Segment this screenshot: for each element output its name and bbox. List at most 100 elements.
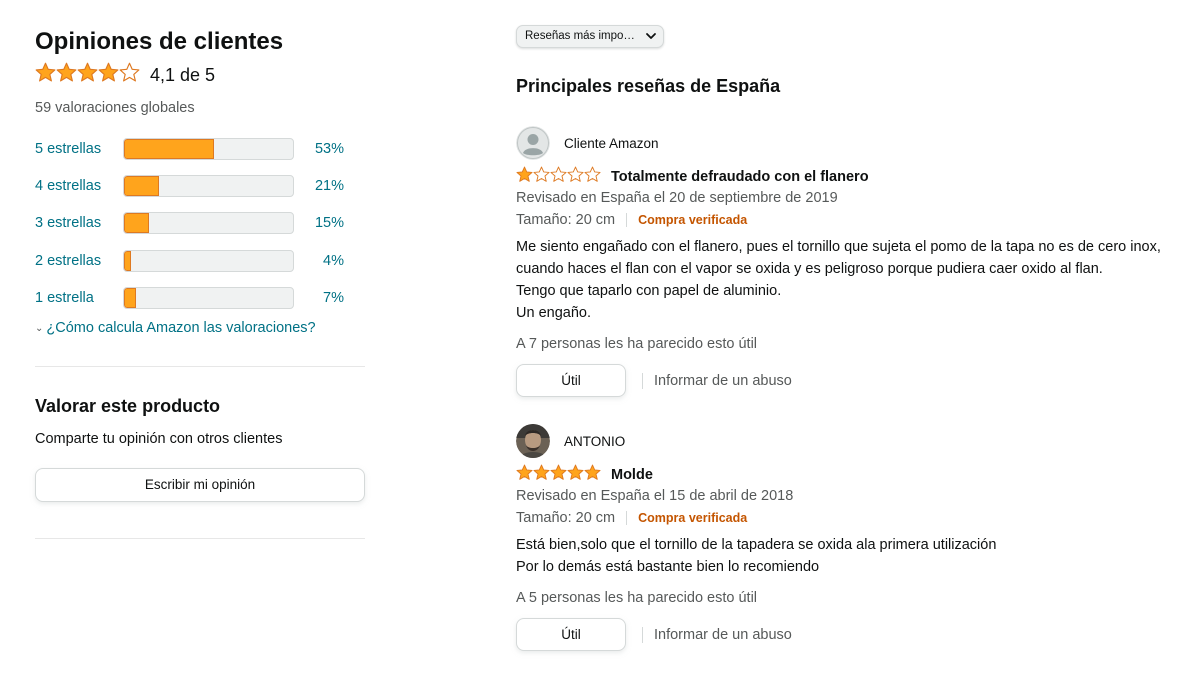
star-icon: [533, 166, 550, 182]
review-body: Está bien,solo que el tornillo de la tap…: [516, 534, 996, 578]
top-reviews-heading: Principales reseñas de España: [516, 76, 781, 96]
histogram-bar[interactable]: [123, 287, 294, 309]
review-heading[interactable]: Totalmente defraudado con el flanero: [516, 166, 869, 188]
how-ratings-calculated-text[interactable]: ¿Cómo calcula Amazon las valoraciones?: [46, 320, 315, 336]
review-actions: Útil Informar de un abuso: [516, 618, 792, 651]
average-rating-text: 4,1 de 5: [150, 64, 216, 85]
write-review-button[interactable]: Escribir mi opinión: [35, 468, 365, 502]
rate-product-heading: Valorar este producto: [35, 396, 221, 416]
default-user-icon: [516, 126, 550, 160]
star-icon: [567, 166, 584, 182]
histogram-percent[interactable]: 7%: [294, 290, 344, 306]
histogram-label[interactable]: 1 estrella: [35, 290, 123, 306]
review-actions: Útil Informar de un abuso: [516, 364, 792, 397]
helpful-vote-count: A 7 personas les ha parecido esto útil: [516, 336, 758, 352]
verified-purchase-badge: Compra verificada: [638, 511, 748, 525]
histogram-bar[interactable]: [123, 175, 294, 197]
rating-summary: 4,1 de 5: [35, 62, 215, 88]
review-size[interactable]: Tamaño: 20 cm: [516, 212, 615, 228]
divider: [642, 372, 643, 389]
histogram-fill: [124, 213, 150, 233]
review-date: Revisado en España el 20 de septiembre d…: [516, 190, 838, 206]
reviewer-name[interactable]: Cliente Amazon: [564, 136, 659, 151]
star-rating-icons: [516, 464, 601, 480]
reviewer-name[interactable]: ANTONIO: [564, 434, 625, 449]
average-rating-stars: [35, 62, 140, 88]
histogram-row-4-stars[interactable]: 4 estrellas 21%: [35, 175, 365, 197]
star-icon: [567, 464, 584, 480]
review-date: Revisado en España el 15 de abril de 201…: [516, 488, 794, 504]
star-rating-icons: [516, 166, 601, 182]
customer-reviews-page: Opiniones de clientes 4,1 de 5 59 valora…: [0, 0, 1200, 675]
review-body-line: Me siento engañado con el flanero, pues …: [516, 239, 1161, 255]
review-title[interactable]: Molde: [611, 467, 653, 483]
reviewer-profile[interactable]: Cliente Amazon: [516, 126, 659, 160]
user-photo-icon: [516, 424, 550, 458]
review-rating-stars: [516, 464, 601, 486]
divider: [35, 366, 365, 367]
review-body-line: cuando haces el flan con el vapor se oxi…: [516, 261, 1103, 277]
histogram-fill: [124, 139, 214, 159]
histogram-row-2-stars[interactable]: 2 estrellas 4%: [35, 250, 365, 272]
histogram-fill: [124, 176, 160, 196]
review-body: Me siento engañado con el flanero, pues …: [516, 236, 1161, 324]
star-rating-icons: [35, 62, 140, 82]
star-icon: [77, 62, 98, 82]
histogram-percent[interactable]: 4%: [294, 253, 344, 269]
divider: [626, 511, 628, 525]
histogram-bar[interactable]: [123, 250, 294, 272]
divider: [35, 538, 365, 539]
reviewer-profile[interactable]: ANTONIO: [516, 424, 625, 458]
star-icon: [119, 62, 140, 82]
star-icon: [533, 464, 550, 480]
star-icon: [35, 62, 56, 82]
helpful-button[interactable]: Útil: [516, 364, 626, 397]
chevron-down-icon: [645, 26, 657, 55]
how-ratings-calculated-link[interactable]: ⌄ ¿Cómo calcula Amazon las valoraciones?: [35, 320, 316, 336]
histogram-percent[interactable]: 21%: [294, 178, 344, 194]
star-icon: [98, 62, 119, 82]
histogram-label[interactable]: 2 estrellas: [35, 253, 123, 269]
share-opinion-text: Comparte tu opinión con otros clientes: [35, 431, 283, 447]
histogram-percent[interactable]: 15%: [294, 215, 344, 231]
review-body-line: Un engaño.: [516, 305, 591, 321]
histogram-bar[interactable]: [123, 138, 294, 160]
report-abuse-link[interactable]: Informar de un abuso: [654, 627, 792, 643]
divider: [642, 626, 643, 643]
global-ratings-count: 59 valoraciones globales: [35, 100, 195, 116]
histogram-label[interactable]: 5 estrellas: [35, 141, 123, 157]
review-heading[interactable]: Molde: [516, 464, 653, 486]
review-attributes: Tamaño: 20 cm Compra verificada: [516, 212, 747, 228]
histogram-label[interactable]: 4 estrellas: [35, 178, 123, 194]
histogram-row-3-stars[interactable]: 3 estrellas 15%: [35, 212, 365, 234]
histogram-percent[interactable]: 53%: [294, 141, 344, 157]
verified-purchase-badge: Compra verificada: [638, 213, 748, 227]
histogram-bar[interactable]: [123, 212, 294, 234]
star-icon: [584, 464, 601, 480]
star-icon: [550, 464, 567, 480]
sort-reviews-dropdown[interactable]: Reseñas más impo…: [516, 25, 664, 48]
star-icon: [56, 62, 77, 82]
histogram-row-5-stars[interactable]: 5 estrellas 53%: [35, 138, 365, 160]
star-icon: [516, 166, 533, 182]
review-body-line: Está bien,solo que el tornillo de la tap…: [516, 537, 997, 553]
histogram-fill: [124, 251, 131, 271]
divider: [626, 213, 628, 227]
histogram-row-1-star[interactable]: 1 estrella 7%: [35, 287, 365, 309]
sort-selected-value: Reseñas más impo…: [525, 30, 635, 42]
chevron-down-icon: ⌄: [35, 322, 44, 334]
review-body-line: Por lo demás está bastante bien lo recom…: [516, 559, 820, 575]
reviews-heading: Opiniones de clientes: [35, 28, 284, 55]
star-icon: [584, 166, 601, 182]
histogram-label[interactable]: 3 estrellas: [35, 215, 123, 231]
review-rating-stars: [516, 166, 601, 188]
helpful-vote-count: A 5 personas les ha parecido esto útil: [516, 590, 758, 606]
review-title[interactable]: Totalmente defraudado con el flanero: [611, 169, 869, 185]
star-icon: [550, 166, 567, 182]
star-icon: [516, 464, 533, 480]
review-attributes: Tamaño: 20 cm Compra verificada: [516, 510, 747, 526]
report-abuse-link[interactable]: Informar de un abuso: [654, 373, 792, 389]
helpful-button[interactable]: Útil: [516, 618, 626, 651]
histogram-fill: [124, 288, 136, 308]
review-size[interactable]: Tamaño: 20 cm: [516, 510, 615, 526]
